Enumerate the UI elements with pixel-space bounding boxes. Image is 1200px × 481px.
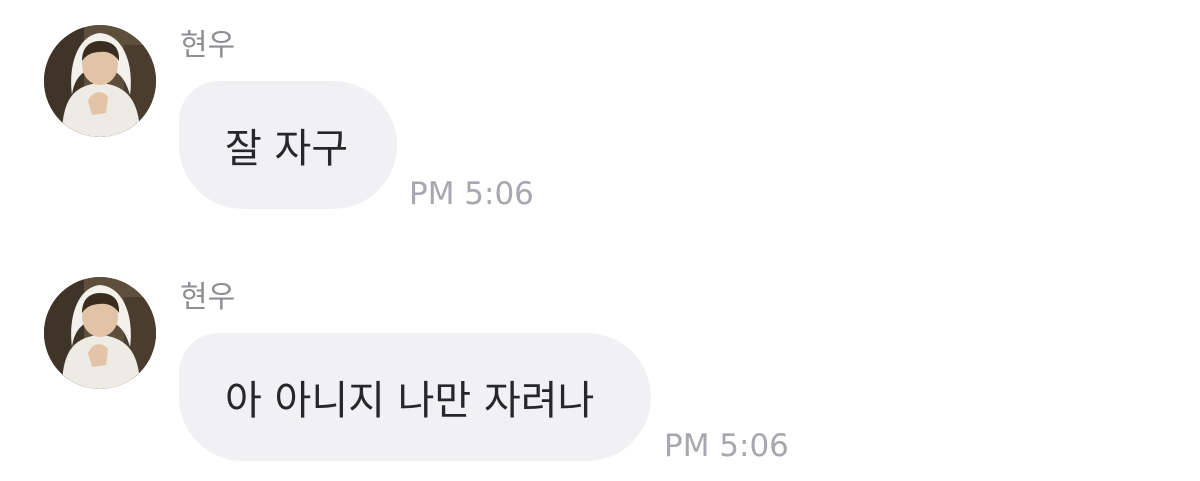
sender-name: 현우 — [180, 28, 236, 63]
chat-message: 현우 아 아니지 나만 자려나 PM 5:06 — [0, 270, 1200, 480]
sender-name: 현우 — [180, 280, 236, 315]
message-bubble[interactable]: 잘 자구 — [179, 81, 397, 209]
message-bubble[interactable]: 아 아니지 나만 자려나 — [179, 333, 651, 461]
message-timestamp: PM 5:06 — [409, 176, 534, 212]
avatar[interactable] — [44, 25, 156, 137]
message-text: 잘 자구 — [225, 126, 349, 172]
avatar[interactable] — [44, 277, 156, 389]
profile-photo-icon — [44, 277, 156, 389]
profile-photo-icon — [44, 25, 156, 137]
chat-message: 현우 잘 자구 PM 5:06 — [0, 18, 1200, 228]
message-text: 아 아니지 나만 자려나 — [225, 378, 595, 424]
message-timestamp: PM 5:06 — [664, 428, 789, 464]
